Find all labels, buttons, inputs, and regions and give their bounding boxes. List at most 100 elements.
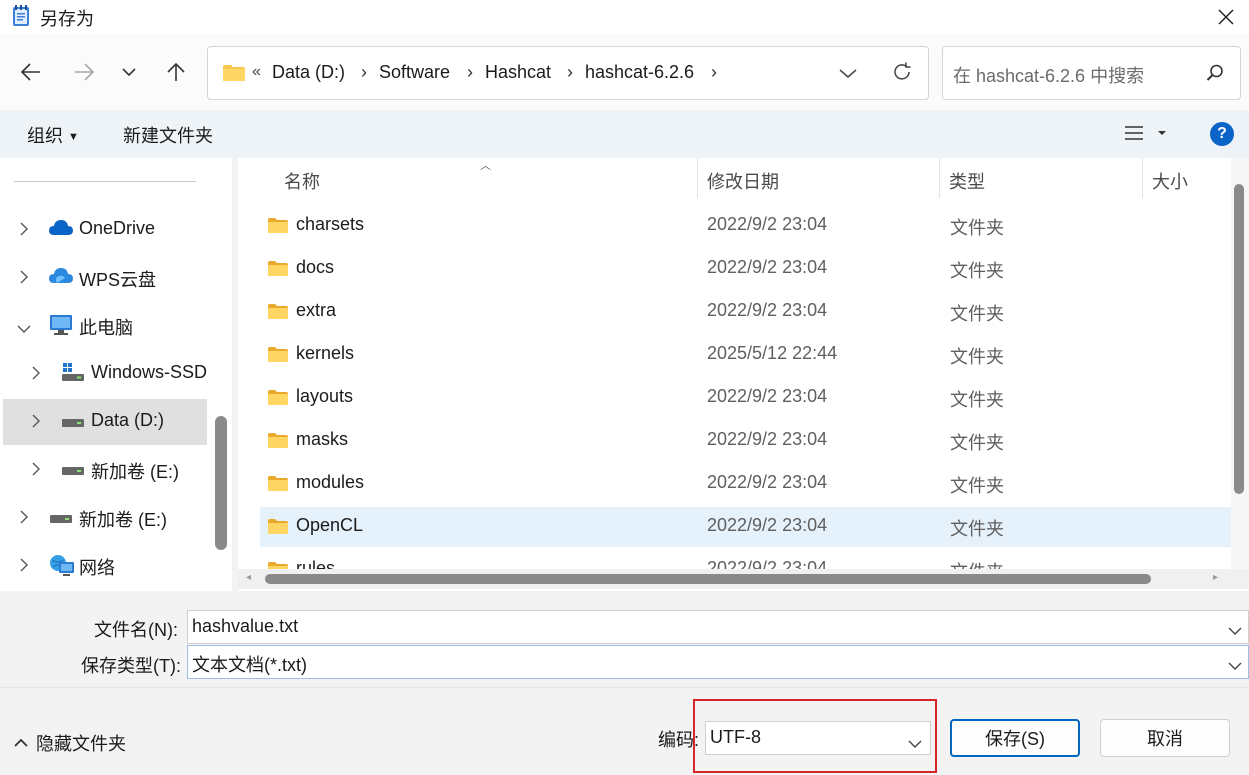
folder-icon	[267, 432, 289, 454]
folder-icon	[267, 561, 289, 569]
file-name: extra	[296, 300, 337, 320]
list-view-icon	[1125, 126, 1166, 140]
close-icon	[1218, 9, 1234, 25]
sidebar-item-data-d[interactable]: Data (D:)	[3, 399, 207, 445]
chevron-right-icon[interactable]: ›	[361, 62, 367, 83]
sidebar-item-wps-cloud[interactable]: WPS云盘	[0, 255, 206, 301]
breadcrumb-hashcat-626[interactable]: hashcat-6.2.6	[585, 62, 694, 83]
scroll-right-icon[interactable]: ▸	[1213, 572, 1218, 583]
table-row[interactable]: OpenCL 2022/9/2 23:04 文件夹	[260, 507, 1231, 547]
file-date: 2025/5/12 22:44	[707, 343, 838, 363]
chevron-right-icon[interactable]	[19, 508, 29, 529]
scroll-left-icon[interactable]: ◂	[246, 572, 251, 583]
window-title: 另存为	[40, 9, 94, 29]
table-row[interactable]: layouts 2022/9/2 23:04 文件夹	[260, 378, 1231, 418]
sidebar-item-new-volume-e[interactable]: 新加卷 (E:)	[0, 447, 206, 493]
cloud-icon	[48, 266, 74, 291]
horizontal-scrollbar-thumb[interactable]	[265, 574, 1151, 584]
file-list: ︿ 名称 修改日期 类型 大小 charsets 2022/9/2 23:04 …	[238, 158, 1249, 591]
chevron-down-icon	[839, 69, 857, 78]
table-row[interactable]: kernels 2025/5/12 22:44 文件夹	[260, 335, 1231, 375]
table-row[interactable]: extra 2022/9/2 23:04 文件夹	[260, 292, 1231, 332]
hide-folders-toggle[interactable]: 隐藏文件夹	[14, 730, 126, 756]
hide-folders-label: 隐藏文件夹	[36, 734, 126, 754]
chevron-right-icon[interactable]	[31, 412, 41, 433]
recent-locations-button[interactable]	[111, 54, 147, 90]
sidebar-item-label: OneDrive	[79, 218, 156, 238]
search-box[interactable]: 在 hashcat-6.2.6 中搜索	[942, 46, 1241, 100]
up-button[interactable]	[158, 54, 194, 90]
chevron-down-icon[interactable]	[1228, 655, 1242, 676]
back-button[interactable]	[13, 54, 49, 90]
chevron-right-icon[interactable]	[19, 220, 29, 241]
drive-icon	[49, 509, 73, 530]
file-name: kernels	[296, 343, 355, 363]
chevron-down-icon[interactable]	[17, 318, 31, 339]
file-name: modules	[296, 472, 365, 492]
file-date: 2022/9/2 23:04	[707, 515, 828, 535]
search-icon[interactable]	[1206, 64, 1224, 87]
folder-icon	[267, 518, 289, 540]
chevron-right-icon[interactable]: ›	[711, 62, 717, 83]
folder-icon	[267, 346, 289, 368]
refresh-button[interactable]	[891, 61, 913, 88]
search-input[interactable]: 在 hashcat-6.2.6 中搜索	[953, 62, 1144, 88]
chevron-right-icon[interactable]: ›	[567, 62, 573, 83]
save-button[interactable]: 保存(S)	[950, 719, 1080, 757]
file-name: OpenCL	[296, 515, 364, 535]
breadcrumb-overflow[interactable]: «	[252, 63, 261, 81]
chevron-right-icon[interactable]	[19, 268, 29, 289]
table-row[interactable]: charsets 2022/9/2 23:04 文件夹	[260, 206, 1231, 246]
sidebar-item-onedrive[interactable]: OneDrive	[0, 207, 206, 253]
table-row[interactable]: masks 2022/9/2 23:04 文件夹	[260, 421, 1231, 461]
table-row[interactable]: modules 2022/9/2 23:04 文件夹	[260, 464, 1231, 504]
chevron-up-icon	[14, 738, 28, 747]
breadcrumb-software[interactable]: Software	[379, 62, 450, 83]
filename-input[interactable]: hashvalue.txt	[192, 616, 298, 637]
network-icon	[49, 554, 75, 583]
vertical-scrollbar[interactable]	[1231, 158, 1249, 569]
sidebar-item-label: 新加卷 (E:)	[79, 510, 167, 530]
help-button[interactable]: ?	[1210, 122, 1234, 146]
file-type: 文件夹	[950, 261, 1004, 281]
vertical-scrollbar-thumb[interactable]	[1234, 184, 1244, 494]
sidebar-item-label: WPS云盘	[79, 270, 157, 290]
chevron-right-icon[interactable]	[31, 460, 41, 481]
chevron-right-icon[interactable]: ›	[467, 62, 473, 83]
breadcrumb-data-d[interactable]: Data (D:)	[272, 62, 345, 83]
file-type: 文件夹	[950, 558, 1004, 569]
dialog-footer: 隐藏文件夹 编码: UTF-8 保存(S) 取消	[0, 687, 1249, 775]
chevron-down-icon[interactable]	[1228, 620, 1242, 641]
arrow-right-icon	[75, 63, 94, 81]
filetype-value: 文本文档(*.txt)	[192, 655, 307, 675]
sidebar-scrollbar-thumb[interactable]	[215, 416, 227, 550]
forward-button[interactable]	[66, 54, 102, 90]
file-date: 2022/9/2 23:04	[707, 558, 828, 569]
view-options-button[interactable]	[1124, 124, 1172, 147]
chevron-down-icon	[122, 68, 136, 77]
chevron-right-icon[interactable]	[19, 556, 29, 577]
address-history-dropdown[interactable]	[838, 62, 858, 89]
chevron-right-icon[interactable]	[31, 364, 41, 385]
drive-icon	[61, 362, 85, 387]
close-button[interactable]	[1203, 0, 1249, 34]
file-type: 文件夹	[950, 519, 1004, 539]
sidebar-item-windows-ssd[interactable]: Windows-SSD	[0, 351, 207, 397]
address-bar[interactable]: « Data (D:) › Software › Hashcat › hashc…	[207, 46, 929, 100]
sidebar-item-this-pc[interactable]: 此电脑	[0, 303, 206, 349]
sidebar-item-network[interactable]: 网络	[0, 543, 206, 589]
horizontal-scrollbar[interactable]: ◂ ▸	[238, 569, 1249, 589]
caret-down-icon: ▼	[68, 131, 79, 143]
filetype-label: 保存类型(T):	[81, 656, 181, 676]
table-row[interactable]: rules 2022/9/2 23:04 文件夹	[260, 550, 1231, 569]
new-folder-button[interactable]: 新建文件夹	[123, 122, 213, 148]
table-row[interactable]: docs 2022/9/2 23:04 文件夹	[260, 249, 1231, 289]
breadcrumb-hashcat[interactable]: Hashcat	[485, 62, 551, 83]
cancel-button[interactable]: 取消	[1100, 719, 1230, 757]
sidebar-item-label: 网络	[79, 558, 115, 578]
filename-field[interactable]: hashvalue.txt	[187, 610, 1249, 644]
organize-menu[interactable]: 组织 ▼	[27, 122, 79, 148]
sidebar-item-new-volume-e[interactable]: 新加卷 (E:)	[0, 495, 206, 541]
file-type: 文件夹	[950, 476, 1004, 496]
filetype-select[interactable]: 文本文档(*.txt)	[187, 645, 1249, 679]
